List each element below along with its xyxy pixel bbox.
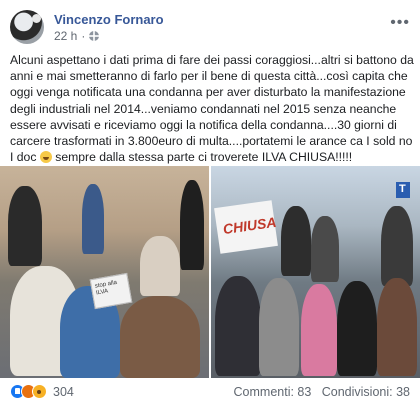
person-figure (337, 281, 377, 376)
post-text-tail: sempre dalla stessa parte ci troverete I… (55, 150, 353, 165)
person-figure (120, 296, 200, 378)
post-options-button[interactable]: ••• (390, 14, 410, 32)
person-figure (301, 284, 337, 376)
avatar-badge (32, 14, 41, 23)
facebook-post: Vincenzo Fornaro 22 h · ••• Alcuni aspet… (0, 0, 420, 410)
reaction-count: 304 (53, 384, 74, 399)
protest-sign: stop alla ILVA (89, 272, 133, 310)
wow-icon (32, 384, 47, 399)
protest-photo-left[interactable]: stop alla ILVA (0, 166, 209, 378)
post-text-main: Alcuni aspettano i dati prima di fare de… (10, 53, 414, 165)
person-figure (140, 236, 180, 296)
person-figure (82, 184, 104, 254)
tabacchi-sign-text: T (399, 183, 406, 195)
reactions-summary[interactable]: 304 (10, 384, 74, 399)
protest-banner: CHIUSA (214, 200, 278, 254)
person-figure (259, 278, 299, 376)
post-meta: 22 h · (54, 29, 100, 43)
protest-banner-text: CHIUSA (221, 213, 278, 238)
author-avatar[interactable] (10, 10, 44, 44)
person-figure (215, 276, 261, 376)
person-figure (281, 206, 311, 276)
protest-photo-right[interactable]: CHIUSA T (211, 166, 420, 378)
post-header: Vincenzo Fornaro 22 h · ••• (10, 10, 410, 44)
person-figure (311, 216, 339, 282)
protest-sign-text: stop alla ILVA (94, 279, 118, 297)
meta-separator: · (81, 29, 86, 43)
person-figure (381, 206, 413, 286)
author-name[interactable]: Vincenzo Fornaro (54, 12, 164, 27)
shares-count[interactable]: Condivisioni: 38 (322, 385, 410, 399)
globe-icon (89, 31, 100, 41)
person-figure (180, 180, 204, 270)
post-text: Alcuni aspettano i dati prima di fare de… (10, 52, 414, 165)
person-figure (8, 186, 42, 266)
photo-grid: stop alla ILVA CHIUSA T (0, 166, 420, 378)
post-time[interactable]: 22 h (54, 29, 77, 43)
comments-count[interactable]: Commenti: 83 (234, 385, 312, 399)
tabacchi-sign: T (396, 182, 410, 198)
person-figure (377, 278, 417, 376)
engagement-stats: Commenti: 83 Condivisioni: 38 (234, 385, 410, 399)
post-footer: 304 Commenti: 83 Condivisioni: 38 (10, 384, 410, 402)
laughing-emoji-icon (39, 151, 52, 164)
